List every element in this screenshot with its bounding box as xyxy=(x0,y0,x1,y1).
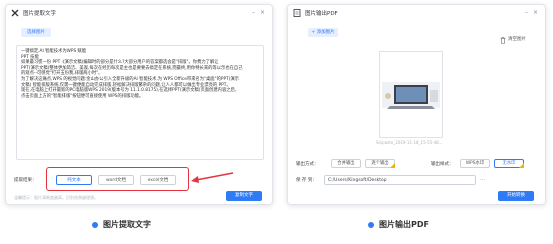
format-label: 提取结果： xyxy=(14,178,37,183)
browse-folder-icon[interactable]: … xyxy=(480,176,485,182)
window-title: 图片提取文字 xyxy=(23,11,57,17)
right-caption: 图片输出PDF xyxy=(368,219,429,230)
text-line: 为了解决这痛点,WPS 的视觉问题:金山办公引入全新升级的AI 智能技术,为 W… xyxy=(21,76,239,82)
close-button[interactable]: × xyxy=(531,9,540,17)
title-bar: 图片输出PDF – × xyxy=(288,5,545,21)
vip-corner-icon xyxy=(390,163,395,168)
pdf-logo-icon xyxy=(293,9,301,17)
bullet-dot-icon xyxy=(368,221,374,228)
vip-corner-icon xyxy=(519,163,524,168)
separate-output-label: 逐个输出 xyxy=(371,161,389,166)
trash-icon xyxy=(500,29,506,48)
minimize-button[interactable]: – xyxy=(249,9,258,17)
left-caption: 图片提取文字 xyxy=(92,219,151,230)
save-to-label: 保 存 到： xyxy=(296,178,317,183)
merge-output-option[interactable]: 合并输出 xyxy=(331,159,361,168)
copy-text-button[interactable]: 复制文字 xyxy=(226,191,262,201)
bullet-dot-icon xyxy=(92,221,98,228)
clear-list-button[interactable]: 清空图片 xyxy=(500,29,526,48)
add-image-button[interactable]: + 添加图片 xyxy=(308,28,338,37)
no-watermark-label: 无水印 xyxy=(502,161,516,166)
hint-text: 温馨提示：图片清晰度越高，识别效果越理想。 xyxy=(14,195,98,200)
laptop-photo-icon xyxy=(382,82,440,109)
window-title: 图片输出PDF xyxy=(305,11,338,17)
output-mode-label: 输出方式： xyxy=(296,162,319,167)
text-line: 点击页面上方的"智能排版"按钮便可直接使用 WPS的排版功能。 xyxy=(21,93,144,99)
clear-list-label: 清空图片 xyxy=(508,36,526,42)
extracted-text-area[interactable]: 一键搞定,AI 智能技术为WPS 赋能 PPT 技能 如果最习惯一份 PPT《演示文… xyxy=(16,45,264,160)
left-caption-text: 图片提取文字 xyxy=(103,220,151,229)
title-bar: 图片提取文字 – × xyxy=(6,5,272,21)
app-logo-icon xyxy=(11,9,19,17)
pointer-arrow-icon xyxy=(191,172,234,183)
start-convert-button[interactable]: 开始转换 xyxy=(498,191,534,201)
image-to-text-window: 图片提取文字 – × 选择图片 一键搞定,AI 智能技术为WPS 赋能 PPT 技… xyxy=(5,4,273,205)
save-path-input[interactable]: C:/Users/Kingsoft/Desktop xyxy=(324,175,476,185)
wps-watermark-option[interactable]: WPS水印 xyxy=(460,159,490,168)
watermark-label: 输出样式： xyxy=(431,162,454,167)
separate-output-option[interactable]: 逐个输出 xyxy=(365,159,395,168)
select-image-button[interactable]: 选择图片 xyxy=(21,28,51,37)
image-thumbnail[interactable] xyxy=(379,51,443,138)
text-line: 现在,在电脑上打开最新的PC电脑版WPS 2019(版本号为 11.1.0.81… xyxy=(21,88,237,94)
image-to-pdf-window: 图片输出PDF – × + 添加图片 清空图片 Snipaste_2019-11… xyxy=(287,4,546,205)
right-caption-text: 图片输出PDF xyxy=(379,220,429,229)
close-button[interactable]: × xyxy=(258,9,267,17)
no-watermark-option[interactable]: 无水印 xyxy=(494,159,524,168)
image-filename: Snipaste_2019-11-18_15-55-48... xyxy=(376,140,443,145)
highlight-box xyxy=(46,167,189,191)
minimize-button[interactable]: – xyxy=(522,9,531,17)
